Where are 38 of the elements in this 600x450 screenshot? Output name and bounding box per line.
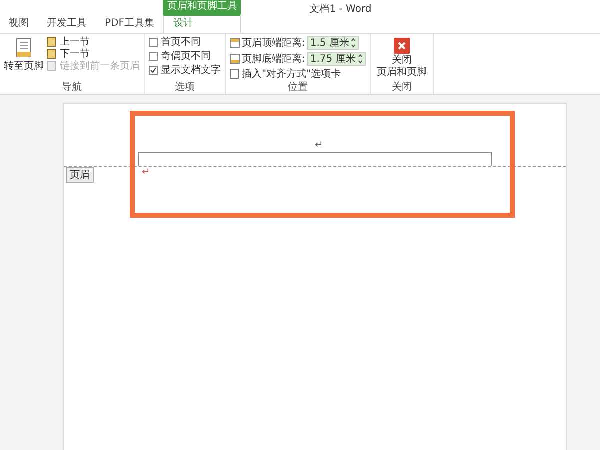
spin-arrows-icon[interactable] <box>358 53 363 65</box>
group-label: 位置 <box>286 81 309 94</box>
spin-arrows-icon[interactable] <box>351 37 356 49</box>
paragraph-mark: ↵ <box>315 140 324 151</box>
checkbox[interactable]: 首页不同 <box>149 36 221 48</box>
ribbon-tab[interactable]: PDF工具集 <box>96 16 164 33</box>
page-icon <box>47 49 58 59</box>
page-icon <box>230 69 240 79</box>
paragraph-mark: ↵ <box>142 167 150 178</box>
group-label: 导航 <box>61 81 83 94</box>
close-header-footer-button[interactable]: 关闭 页眉和页脚 <box>374 36 429 81</box>
ribbon-button[interactable]: 下一节 <box>47 48 90 60</box>
ribbon-tab[interactable]: 视图 <box>0 16 38 33</box>
spinner-label: 页眉顶端距离: <box>242 36 306 50</box>
checkbox[interactable]: 奇偶页不同 <box>149 50 221 62</box>
insert-tab-button[interactable]: 插入"对齐方式"选项卡 <box>230 68 366 80</box>
ribbon-button[interactable]: 上一节 <box>47 36 90 48</box>
page-icon <box>47 61 58 71</box>
header-icon <box>230 54 240 64</box>
window-title: 文档1 - Word <box>308 2 373 16</box>
page-icon <box>47 37 58 47</box>
goto-footer-button[interactable]: 转至页脚 <box>4 36 44 81</box>
page-icon <box>15 38 33 58</box>
checkbox[interactable]: 显示文档文字 <box>149 64 221 76</box>
ribbon-tab[interactable]: 设计 <box>163 14 242 33</box>
spinner-label: 页脚底端距离: <box>242 52 306 66</box>
checkbox-icon <box>149 52 158 60</box>
checkbox-icon <box>149 66 158 74</box>
spinner-field[interactable]: 1.5 厘米 <box>307 36 360 50</box>
header-tag: 页眉 <box>66 167 94 183</box>
context-tab-label: 页眉和页脚工具 <box>163 0 242 14</box>
group-label: 关闭 <box>390 81 413 94</box>
group-label: 选项 <box>174 81 196 94</box>
checkbox-icon <box>149 38 158 46</box>
ribbon-tab[interactable]: 开发工具 <box>38 16 96 33</box>
spinner-field[interactable]: 1.75 厘米 <box>307 52 366 66</box>
header-icon <box>230 38 240 48</box>
close-icon <box>394 38 410 54</box>
